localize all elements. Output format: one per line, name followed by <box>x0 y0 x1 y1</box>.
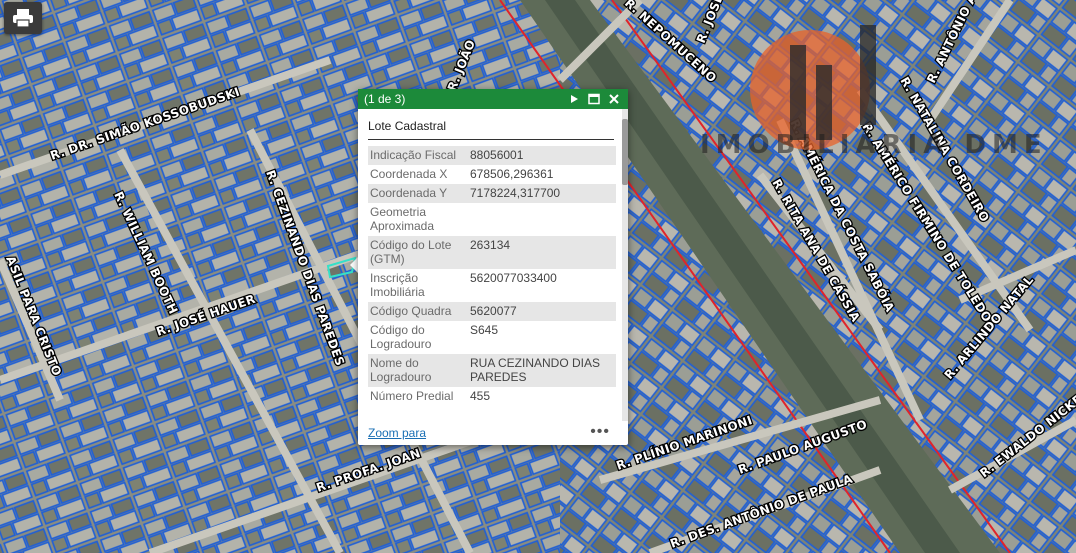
attr-value: 88056001 <box>468 146 616 165</box>
attr-value: 263134 <box>468 236 616 269</box>
attr-value: 5620077 <box>468 302 616 321</box>
popup-title: Lote Cadastral <box>368 119 614 140</box>
attr-value: RUA CEZINANDO DIAS PAREDES <box>468 354 616 387</box>
table-row: Inscrição Imobiliária 5620077033400 <box>368 269 616 302</box>
table-row: Geometria Aproximada <box>368 203 616 236</box>
attr-key: Indicação Fiscal <box>368 146 468 165</box>
table-row: Código Quadra 5620077 <box>368 302 616 321</box>
attr-key: Nome do Logradouro <box>368 354 468 387</box>
attr-value <box>468 203 616 236</box>
scrollbar-thumb[interactable] <box>622 119 628 185</box>
attr-key: Número Predial <box>370 389 454 403</box>
popup-counter: (1 de 3) <box>364 92 406 106</box>
table-row: Código do Logradouro S645 <box>368 321 616 354</box>
maximize-button[interactable] <box>586 91 602 107</box>
play-icon <box>571 95 578 103</box>
watermark-text: IMOBILIÁRIA DME <box>700 130 1048 160</box>
attr-value: 5620077033400 <box>470 271 557 285</box>
table-row: Indicação Fiscal 88056001 <box>368 146 616 165</box>
attr-key: Código Quadra <box>368 302 468 321</box>
attr-key: Inscrição Imobiliária <box>370 271 425 299</box>
next-feature-button[interactable] <box>566 91 582 107</box>
close-button[interactable] <box>606 91 622 107</box>
attr-key: Código do Logradouro <box>370 323 432 351</box>
attr-key: Coordenada X <box>370 167 448 181</box>
popup-body[interactable]: Lote Cadastral Indicação Fiscal 88056001 … <box>358 109 628 421</box>
attr-value: S645 <box>470 323 499 337</box>
attr-key: Geometria Aproximada <box>370 205 435 233</box>
table-row: Nome do Logradouro RUA CEZINANDO DIAS PAR… <box>368 354 616 387</box>
attr-key: Código do Lote (GTM) <box>368 236 468 269</box>
popup-scrollbar[interactable] <box>622 109 628 421</box>
printer-icon <box>13 9 33 28</box>
attr-value: 7178224,317700 <box>468 184 616 203</box>
popup-footer: Zoom para ••• <box>358 421 628 445</box>
table-row: Coordenada Y 7178224,317700 <box>368 184 616 203</box>
popup-header: (1 de 3) <box>358 89 628 109</box>
print-button[interactable] <box>4 2 42 34</box>
zoom-to-link[interactable]: Zoom para <box>368 426 426 440</box>
attr-value: 678506,296361 <box>470 167 554 181</box>
table-row: Número Predial 455 <box>368 387 616 406</box>
feature-popup: (1 de 3) Lote Cadastral Indicação Fiscal… <box>358 89 628 445</box>
attr-value: 455 <box>470 389 491 403</box>
attribute-table: Indicação Fiscal 88056001 Coordenada X 678… <box>368 146 616 406</box>
more-actions-icon[interactable]: ••• <box>590 423 610 441</box>
table-row: Código do Lote (GTM) 263134 <box>368 236 616 269</box>
table-row: Coordenada X 678506,296361 <box>368 165 616 184</box>
maximize-icon <box>588 93 600 105</box>
close-icon <box>609 94 619 104</box>
attr-key: Coordenada Y <box>368 184 468 203</box>
